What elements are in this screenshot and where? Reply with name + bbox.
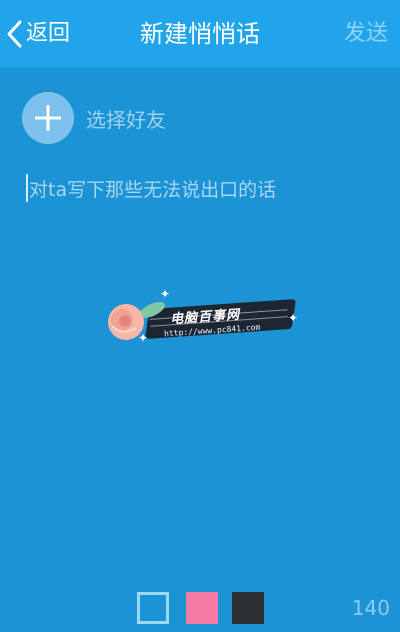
top-bar: 返回 新建悄悄话 发送 bbox=[0, 0, 400, 67]
color-option-dark[interactable] bbox=[232, 592, 264, 624]
text-cursor bbox=[26, 174, 28, 202]
select-friend-label: 选择好友 bbox=[86, 107, 166, 132]
watermark: 电脑百事网 http://www.pc841.com ✦ ✦ ✦ bbox=[98, 288, 303, 358]
send-button[interactable]: 发送 bbox=[344, 16, 388, 52]
add-friend-icon bbox=[22, 92, 74, 144]
sparkle-icon: ✦ bbox=[138, 331, 149, 345]
message-input[interactable]: 对ta写下那些无法说出口的话 bbox=[26, 170, 376, 206]
message-placeholder: 对ta写下那些无法说出口的话 bbox=[29, 178, 277, 201]
sparkle-icon: ✦ bbox=[288, 311, 299, 325]
select-friend-button[interactable]: 选择好友 bbox=[22, 92, 166, 144]
character-counter: 140 bbox=[351, 596, 390, 620]
color-option-outline[interactable] bbox=[137, 592, 169, 624]
rose-icon bbox=[98, 296, 170, 350]
page-title: 新建悄悄话 bbox=[140, 20, 260, 48]
sparkle-icon: ✦ bbox=[160, 287, 171, 301]
color-option-pink[interactable] bbox=[186, 592, 218, 624]
